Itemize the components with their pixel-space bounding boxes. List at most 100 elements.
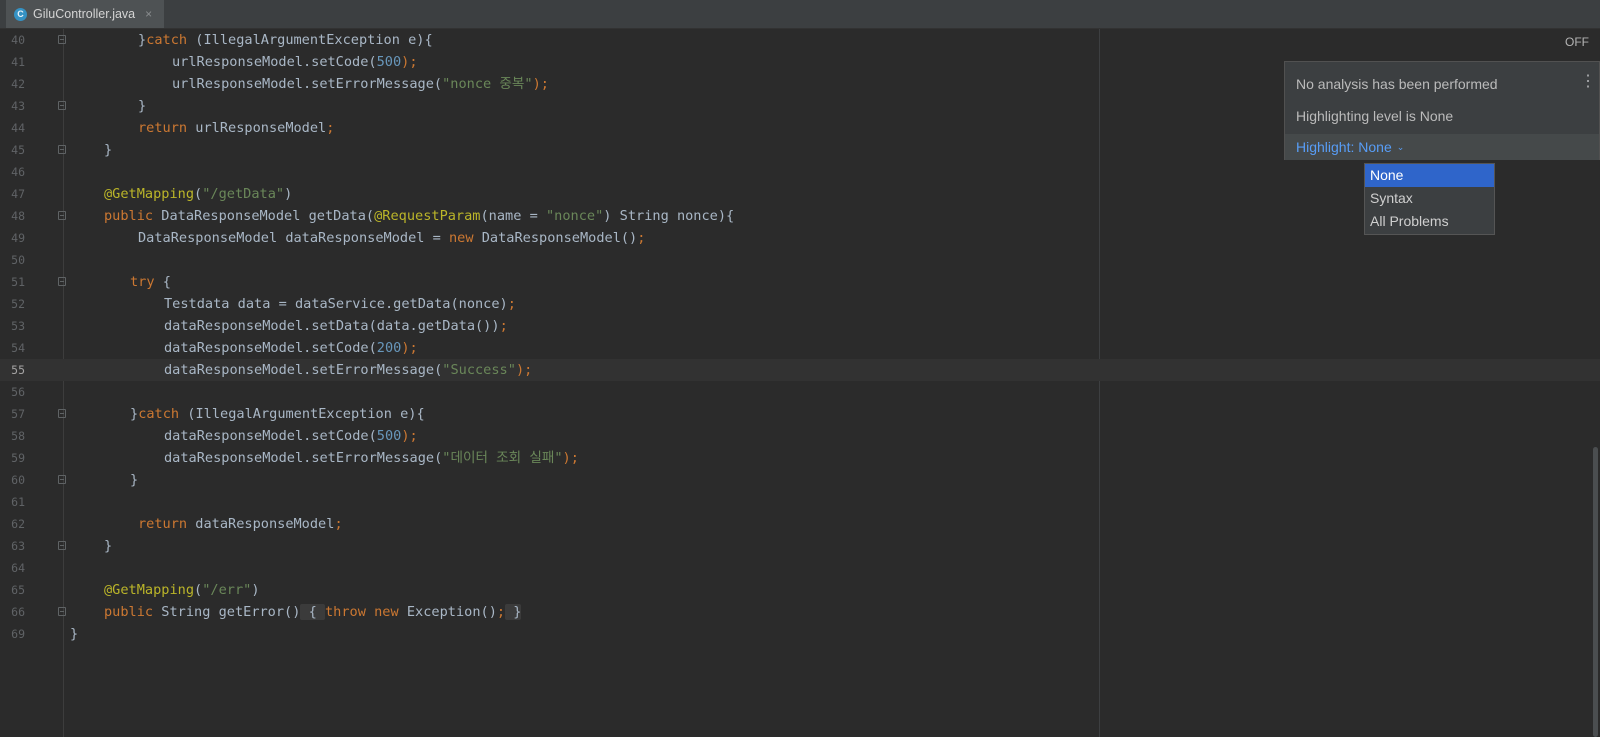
code-token: 500 xyxy=(376,54,402,70)
code-token: ); xyxy=(562,450,579,466)
code-token: ; xyxy=(507,296,516,312)
line-number: 64 xyxy=(11,561,25,575)
dropdown-option-all-problems[interactable]: All Problems xyxy=(1365,210,1494,233)
code-token: dataResponseModel.setCode( xyxy=(164,428,377,444)
code-token: DataResponseModel dataResponseModel = xyxy=(138,230,449,246)
code-line: 47 @GetMapping("/getData") xyxy=(0,183,1600,205)
close-icon[interactable]: × xyxy=(145,7,152,21)
fold-marker-icon[interactable] xyxy=(58,35,66,44)
code-token: ; xyxy=(334,516,343,532)
dropdown-option-syntax[interactable]: Syntax xyxy=(1365,187,1494,210)
code-token: "nonce 중복" xyxy=(442,76,533,92)
code-token: } xyxy=(138,98,147,114)
code-token: catch xyxy=(138,406,180,422)
line-number: 69 xyxy=(11,627,25,641)
code-token: DataResponseModel() xyxy=(473,230,638,246)
code-token: 200 xyxy=(376,340,402,356)
line-number: 47 xyxy=(11,187,25,201)
code-line: 62 return dataResponseModel; xyxy=(0,513,1600,535)
code-token: ); xyxy=(515,362,533,378)
code-token: return xyxy=(138,516,188,532)
code-line: 54 dataResponseModel.setCode(200); xyxy=(0,337,1600,359)
highlight-level-dropdown: None Syntax All Problems xyxy=(1364,163,1495,235)
collapsed-region[interactable]: } xyxy=(505,604,522,620)
code-token: dataResponseModel.setErrorMessage( xyxy=(164,362,443,378)
code-line: 52 Testdata data = dataService.getData(n… xyxy=(0,293,1600,315)
code-token: "/err" xyxy=(202,582,252,598)
code-line: 57 }catch (IllegalArgumentException e){ xyxy=(0,403,1600,425)
code-token: ); xyxy=(401,340,418,356)
code-token: ); xyxy=(401,54,418,70)
code-token: ; xyxy=(499,318,508,334)
line-number: 60 xyxy=(11,473,25,487)
code-token: 500 xyxy=(376,428,402,444)
code-token: } xyxy=(138,32,147,48)
code-token: ( xyxy=(194,582,203,598)
code-token: ( xyxy=(194,186,203,202)
line-number: 50 xyxy=(11,253,25,267)
fold-marker-icon[interactable] xyxy=(58,475,66,484)
line-number: 49 xyxy=(11,231,25,245)
code-line: 69 } xyxy=(0,623,1600,645)
line-number: 58 xyxy=(11,429,25,443)
code-token: urlResponseModel.setErrorMessage( xyxy=(172,76,443,92)
code-token: new xyxy=(374,604,399,620)
highlighting-level-text: Highlighting level is None xyxy=(1296,108,1454,124)
line-number: 45 xyxy=(11,143,25,157)
collapsed-region[interactable]: { xyxy=(300,604,325,620)
fold-marker-icon[interactable] xyxy=(58,607,66,616)
tab-filename: GiluController.java xyxy=(33,7,136,21)
code-line: 51 try { xyxy=(0,271,1600,293)
code-token: @GetMapping xyxy=(104,582,195,598)
code-token: ); xyxy=(532,76,549,92)
code-token: (IllegalArgumentException e){ xyxy=(187,32,433,48)
code-token: try xyxy=(130,274,155,290)
fold-marker-icon[interactable] xyxy=(58,409,66,418)
code-token: throw xyxy=(325,604,366,620)
code-line: 63 } xyxy=(0,535,1600,557)
dropdown-option-none[interactable]: None xyxy=(1365,164,1494,187)
line-number: 42 xyxy=(11,77,25,91)
code-line: 53 dataResponseModel.setData(data.getDat… xyxy=(0,315,1600,337)
code-token: ; xyxy=(496,604,506,620)
code-token: "데이터 조회 실패" xyxy=(442,450,563,466)
chevron-down-icon[interactable]: ⌄ xyxy=(1397,142,1405,153)
more-options-icon[interactable]: ⋮ xyxy=(1580,74,1596,90)
line-number: 48 xyxy=(11,209,25,223)
code-line: 40 }catch (IllegalArgumentException e){ xyxy=(0,29,1600,51)
line-number: 54 xyxy=(11,341,25,355)
file-tab-gilucontroller[interactable]: C GiluController.java × xyxy=(6,0,164,28)
editor-tab-bar: C GiluController.java × xyxy=(0,0,1600,29)
code-line: 49 DataResponseModel dataResponseModel =… xyxy=(0,227,1600,249)
code-line: 61 xyxy=(0,491,1600,513)
code-token: } xyxy=(70,626,79,642)
fold-marker-icon[interactable] xyxy=(58,101,66,110)
code-token: urlResponseModel xyxy=(187,120,327,136)
line-number: 53 xyxy=(11,319,25,333)
fold-marker-icon[interactable] xyxy=(58,145,66,154)
java-class-icon: C xyxy=(14,7,27,21)
line-number: 41 xyxy=(11,55,25,69)
code-token: ) String nonce){ xyxy=(603,208,735,224)
line-number: 44 xyxy=(11,121,25,135)
code-line: 50 xyxy=(0,249,1600,271)
code-line: 60 } xyxy=(0,469,1600,491)
highlight-level-selector[interactable]: Highlight: None ⌄ xyxy=(1285,134,1599,160)
code-token: public xyxy=(104,604,154,620)
line-number: 56 xyxy=(11,385,25,399)
code-token: return xyxy=(138,120,188,136)
code-token: (name = xyxy=(480,208,546,224)
code-token: ; xyxy=(326,120,335,136)
fold-marker-icon[interactable] xyxy=(58,211,66,220)
code-token: ) xyxy=(251,582,260,598)
highlight-level-link[interactable]: Highlight: None xyxy=(1296,139,1392,155)
fold-marker-icon[interactable] xyxy=(58,541,66,550)
code-line: 56 xyxy=(0,381,1600,403)
code-line: 65 @GetMapping("/err") xyxy=(0,579,1600,601)
code-token: String getError() xyxy=(153,604,301,620)
line-number: 65 xyxy=(11,583,25,597)
code-token: Testdata data = dataService.getData(nonc… xyxy=(164,296,508,312)
fold-marker-icon[interactable] xyxy=(58,277,66,286)
line-number: 63 xyxy=(11,539,25,553)
